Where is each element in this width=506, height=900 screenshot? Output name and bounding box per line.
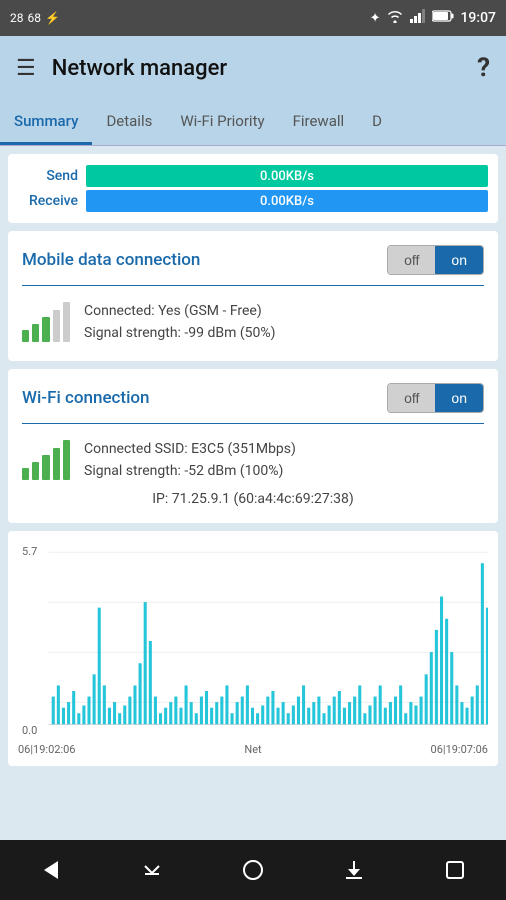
mobile-data-info: Connected: Yes (GSM - Free) Signal stren… — [84, 300, 276, 345]
send-bar: 0.00KB/s — [86, 165, 488, 187]
wifi-ip: IP: 71.25.9.1 (60:a4:4c:69:27:38) — [22, 491, 484, 507]
mobile-data-toggle[interactable]: off on — [387, 245, 484, 275]
battery-icon — [432, 10, 454, 26]
main-content: Send 0.00KB/s Receive 0.00KB/s Mobile da… — [0, 146, 506, 840]
status-icon-68: 68 — [28, 11, 42, 25]
wifi-line1: Connected SSID: E3C5 (351Mbps) — [84, 438, 296, 460]
chart-container: 5.7 0.0 — [18, 541, 488, 741]
wifi-card: Wi-Fi connection off on Connected SSID: … — [8, 369, 498, 523]
status-bar-left: 28 68 ⚡ — [10, 11, 60, 25]
signal-bar-2 — [32, 324, 39, 342]
receive-bar: 0.00KB/s — [86, 190, 488, 212]
tab-details[interactable]: Details — [92, 100, 166, 145]
bottom-nav — [0, 840, 506, 900]
mobile-signal-icon — [22, 302, 70, 342]
send-row: Send 0.00KB/s — [18, 165, 488, 187]
mobile-data-body: Connected: Yes (GSM - Free) Signal stren… — [22, 300, 484, 345]
wifi-bar-1 — [22, 468, 29, 480]
wifi-bar-5 — [63, 440, 70, 480]
wifi-body: Connected SSID: E3C5 (351Mbps) Signal st… — [22, 438, 484, 483]
wifi-off-btn[interactable]: off — [388, 384, 435, 412]
home-button[interactable] — [231, 848, 275, 892]
wifi-icon — [386, 9, 404, 27]
wifi-header: Wi-Fi connection off on — [22, 383, 484, 424]
mobile-data-title: Mobile data connection — [22, 250, 200, 270]
chart-x-center: Net — [244, 743, 261, 756]
receive-row: Receive 0.00KB/s — [18, 190, 488, 212]
wifi-bar-3 — [42, 455, 49, 480]
tab-more[interactable]: D — [358, 100, 396, 145]
recents-button[interactable] — [433, 848, 477, 892]
status-bar-right: ✦ 19:07 — [370, 9, 496, 27]
chart-y-max: 5.7 — [22, 545, 37, 558]
signal-bar-4 — [53, 310, 60, 342]
signal-bar-5 — [63, 302, 70, 342]
signal-bar-1 — [22, 330, 29, 342]
wifi-title: Wi-Fi connection — [22, 388, 150, 408]
download-button[interactable] — [332, 848, 376, 892]
traffic-card: Send 0.00KB/s Receive 0.00KB/s — [8, 154, 498, 223]
status-icon-28: 28 — [10, 11, 24, 25]
tab-firewall[interactable]: Firewall — [279, 100, 359, 145]
usb-icon: ⚡ — [45, 11, 60, 25]
chart-x-end: 06|19:07:06 — [431, 743, 488, 756]
wifi-line2: Signal strength: -52 dBm (100%) — [84, 460, 296, 482]
wifi-bar-2 — [32, 462, 39, 480]
receive-value: 0.00KB/s — [260, 194, 314, 209]
mobile-data-off-btn[interactable]: off — [388, 246, 435, 274]
help-icon[interactable]: ? — [477, 53, 490, 83]
receive-label: Receive — [18, 193, 78, 209]
mobile-data-on-btn[interactable]: on — [435, 246, 483, 274]
signal-bar-3 — [42, 317, 49, 342]
tab-bar: Summary Details Wi-Fi Priority Firewall … — [0, 100, 506, 146]
wifi-info: Connected SSID: E3C5 (351Mbps) Signal st… — [84, 438, 296, 483]
minimize-button[interactable] — [130, 848, 174, 892]
bluetooth-icon: ✦ — [370, 11, 381, 26]
wifi-on-btn[interactable]: on — [435, 384, 483, 412]
signal-icon — [410, 9, 426, 27]
wifi-toggle[interactable]: off on — [387, 383, 484, 413]
wifi-bar-4 — [53, 448, 60, 480]
send-label: Send — [18, 168, 78, 184]
time-display: 19:07 — [460, 10, 496, 26]
page-title: Network manager — [52, 56, 477, 81]
mobile-data-line2: Signal strength: -99 dBm (50%) — [84, 322, 276, 344]
chart-x-start: 06|19:02:06 — [18, 743, 75, 756]
tab-summary[interactable]: Summary — [0, 100, 92, 145]
chart-y-min: 0.0 — [22, 724, 37, 737]
mobile-data-header: Mobile data connection off on — [22, 245, 484, 286]
hamburger-icon[interactable]: ☰ — [16, 56, 36, 81]
back-button[interactable] — [29, 848, 73, 892]
mobile-data-card: Mobile data connection off on Connected:… — [8, 231, 498, 361]
chart-labels: 06|19:02:06 Net 06|19:07:06 — [18, 743, 488, 756]
send-value: 0.00KB/s — [260, 169, 314, 184]
status-bar: 28 68 ⚡ ✦ 19:07 — [0, 0, 506, 36]
mobile-data-line1: Connected: Yes (GSM - Free) — [84, 300, 276, 322]
chart-card: 5.7 0.0 — [8, 531, 498, 766]
wifi-signal-icon — [22, 440, 70, 480]
app-bar: ☰ Network manager ? — [0, 36, 506, 100]
chart-svg — [18, 541, 488, 741]
tab-wifi-priority[interactable]: Wi-Fi Priority — [166, 100, 278, 145]
